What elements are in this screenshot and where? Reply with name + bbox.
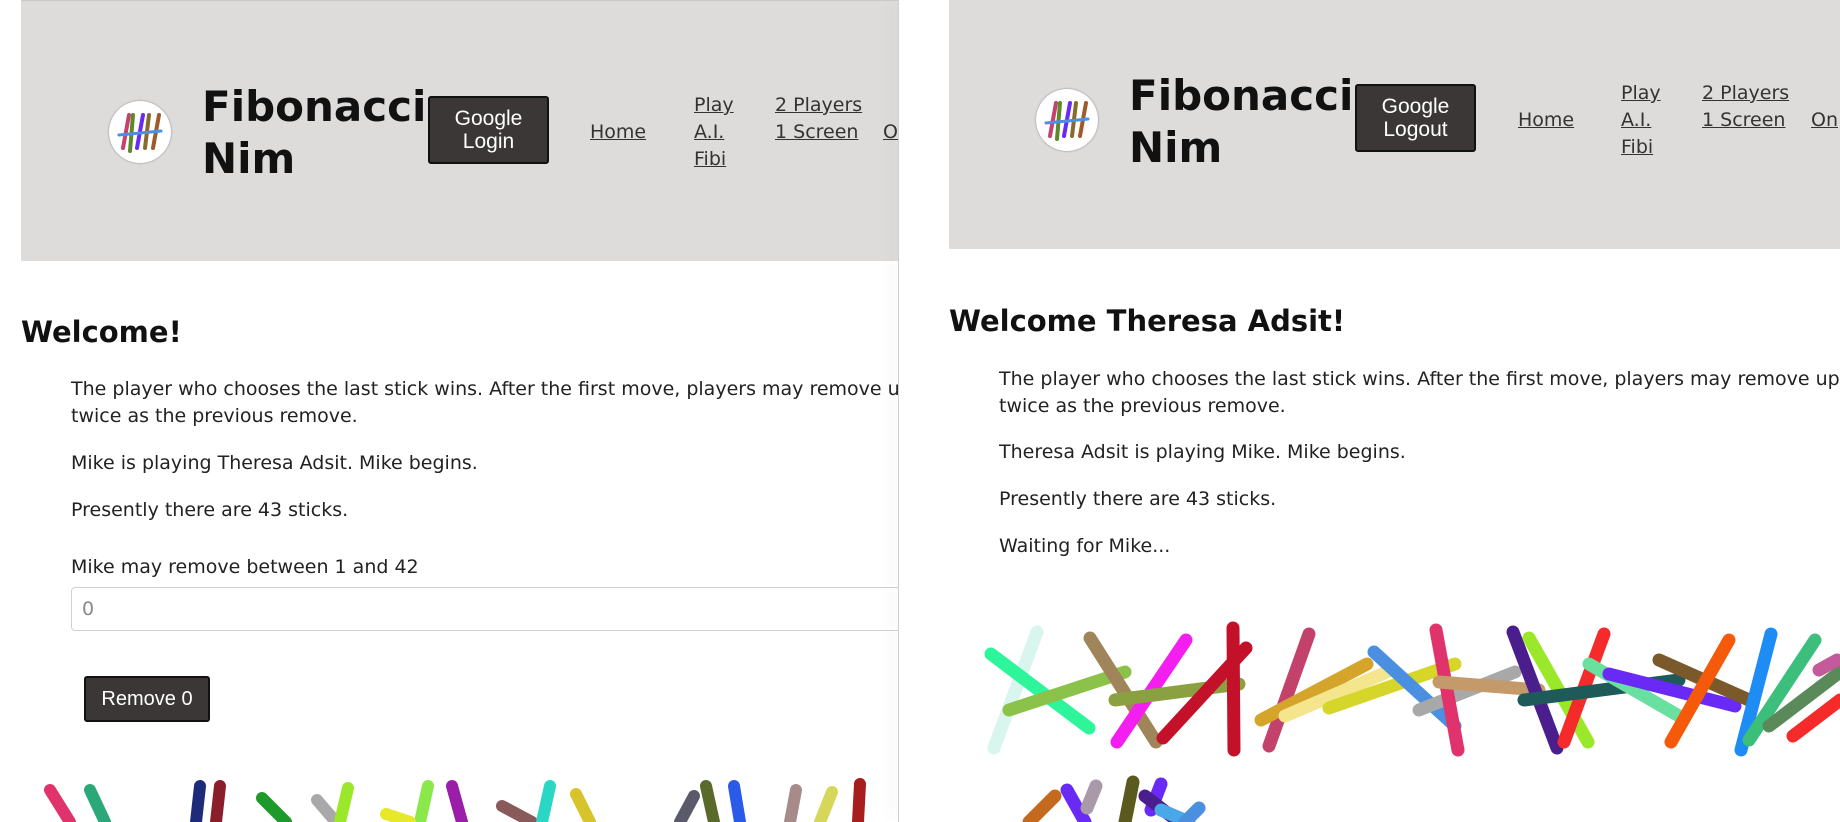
sticks-pile [44,778,866,822]
sticks-pile [984,621,1840,822]
left-browser-window: Fibonacci Nim Google Login Home Play A.I… [0,0,898,822]
right-browser-window: Fibonacci Nim Google Logout Home Play A.… [899,0,1840,822]
